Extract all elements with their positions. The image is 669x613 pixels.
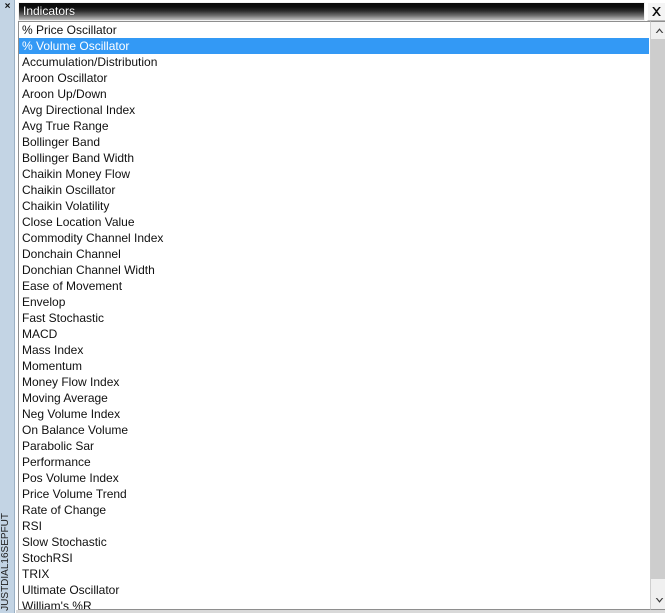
list-item[interactable]: TRIX xyxy=(19,566,649,582)
list-item-label: Fast Stochastic xyxy=(22,311,105,325)
list-item-label: Mass Index xyxy=(22,343,84,357)
list-item-label: Ultimate Oscillator xyxy=(22,583,120,597)
indicator-list-frame: % Price Oscillator % Volume Oscillator Acc… xyxy=(18,21,650,610)
titlebar-row: Indicators xyxy=(16,2,669,21)
list-item[interactable]: Ease of Movement xyxy=(19,278,649,294)
chevron-down-icon xyxy=(655,598,664,603)
list-item-label: Bollinger Band Width xyxy=(22,151,135,165)
list-item-label: Slow Stochastic xyxy=(22,535,107,549)
list-item-label: Aroon Oscillator xyxy=(22,71,108,85)
list-item-label: Donchian Channel Width xyxy=(22,263,155,277)
list-item-label: Rate of Change xyxy=(22,503,107,517)
list-item[interactable]: Chaikin Oscillator xyxy=(19,182,649,198)
list-item[interactable]: Price Volume Trend xyxy=(19,486,649,502)
list-item[interactable]: Envelop xyxy=(19,294,649,310)
list-item-label: Money Flow Index xyxy=(22,375,120,389)
list-item[interactable]: Mass Index xyxy=(19,342,649,358)
list-item-label: Close Location Value xyxy=(22,215,135,229)
list-item[interactable]: Neg Volume Index xyxy=(19,406,649,422)
list-item[interactable]: Ultimate Oscillator xyxy=(19,582,649,598)
list-item-label: Ease of Movement xyxy=(22,279,123,293)
list-item[interactable]: William's %R xyxy=(19,598,649,610)
docked-panel-strip[interactable]: × JUSTDIAL16SEPFUT xyxy=(0,0,15,613)
list-item-label: Performance xyxy=(22,455,91,469)
list-item[interactable]: Bollinger Band xyxy=(19,134,649,150)
list-item[interactable]: % Price Oscillator xyxy=(19,22,649,38)
list-item[interactable]: Momentum xyxy=(19,358,649,374)
list-item[interactable]: Donchian Channel Width xyxy=(19,262,649,278)
list-item-label: Donchain Channel xyxy=(22,247,121,261)
list-item-label: Accumulation/Distribution xyxy=(22,55,158,69)
list-item-label: StochRSI xyxy=(22,551,73,565)
list-item-label: Avg True Range xyxy=(22,119,109,133)
list-item[interactable]: Parabolic Sar xyxy=(19,438,649,454)
application-root: × JUSTDIAL16SEPFUT Indicators % Price Os… xyxy=(0,0,669,613)
list-item[interactable]: Donchain Channel xyxy=(19,246,649,262)
list-item-label: TRIX xyxy=(22,567,50,581)
list-item-label: % Price Oscillator xyxy=(22,23,117,37)
list-region: % Price Oscillator % Volume Oscillator Acc… xyxy=(16,21,669,610)
list-item[interactable]: Rate of Change xyxy=(19,502,649,518)
indicators-window: Indicators % Price Oscillator % Volume Os… xyxy=(16,0,669,610)
list-item-label: Avg Directional Index xyxy=(22,103,136,117)
list-item[interactable]: Close Location Value xyxy=(19,214,649,230)
list-item[interactable]: Aroon Up/Down xyxy=(19,86,649,102)
chevron-up-icon xyxy=(655,28,664,33)
list-item[interactable]: MACD xyxy=(19,326,649,342)
list-item-label: Bollinger Band xyxy=(22,135,101,149)
list-item-label: Parabolic Sar xyxy=(22,439,95,453)
list-item[interactable]: Money Flow Index xyxy=(19,374,649,390)
list-item[interactable]: Slow Stochastic xyxy=(19,534,649,550)
list-item-label: Chaikin Money Flow xyxy=(22,167,131,181)
list-item[interactable]: Accumulation/Distribution xyxy=(19,54,649,70)
list-item-label: % Volume Oscillator xyxy=(22,39,130,53)
docked-panel-label[interactable]: JUSTDIAL16SEPFUT xyxy=(0,513,14,611)
list-item[interactable]: StochRSI xyxy=(19,550,649,566)
list-item-label: Chaikin Volatility xyxy=(22,199,110,213)
window-title: Indicators xyxy=(23,4,76,18)
list-item-label: On Balance Volume xyxy=(22,423,129,437)
list-item[interactable]: Moving Average xyxy=(19,390,649,406)
close-icon xyxy=(652,7,661,16)
list-item[interactable]: Commodity Channel Index xyxy=(19,230,649,246)
list-item[interactable]: Chaikin Volatility xyxy=(19,198,649,214)
window-titlebar[interactable]: Indicators xyxy=(18,2,645,21)
list-item-label: Neg Volume Index xyxy=(22,407,121,421)
right-filler xyxy=(665,0,669,613)
list-item[interactable]: % Volume Oscillator xyxy=(19,38,649,54)
list-item[interactable]: Avg True Range xyxy=(19,118,649,134)
list-item[interactable]: Avg Directional Index xyxy=(19,102,649,118)
list-item[interactable]: Performance xyxy=(19,454,649,470)
list-item[interactable]: On Balance Volume xyxy=(19,422,649,438)
list-item-label: Envelop xyxy=(22,295,66,309)
list-item[interactable]: Bollinger Band Width xyxy=(19,150,649,166)
list-item-label: MACD xyxy=(22,327,58,341)
list-item-label: Price Volume Trend xyxy=(22,487,127,501)
indicator-list[interactable]: % Price Oscillator % Volume Oscillator Acc… xyxy=(19,22,649,610)
list-item-label: Chaikin Oscillator xyxy=(22,183,116,197)
close-button[interactable] xyxy=(647,2,666,21)
list-item-label: Moving Average xyxy=(22,391,108,405)
list-item-label: Momentum xyxy=(22,359,83,373)
list-item[interactable]: Pos Volume Index xyxy=(19,470,649,486)
list-item[interactable]: Chaikin Money Flow xyxy=(19,166,649,182)
list-item-label: Commodity Channel Index xyxy=(22,231,164,245)
list-item-label: RSI xyxy=(22,519,43,533)
list-item[interactable]: Fast Stochastic xyxy=(19,310,649,326)
list-item-label: Pos Volume Index xyxy=(22,471,119,485)
list-item[interactable]: RSI xyxy=(19,518,649,534)
close-icon[interactable]: × xyxy=(2,1,13,13)
list-item[interactable]: Aroon Oscillator xyxy=(19,70,649,86)
list-item-label: Aroon Up/Down xyxy=(22,87,107,101)
list-item-label: William's %R xyxy=(22,599,92,610)
